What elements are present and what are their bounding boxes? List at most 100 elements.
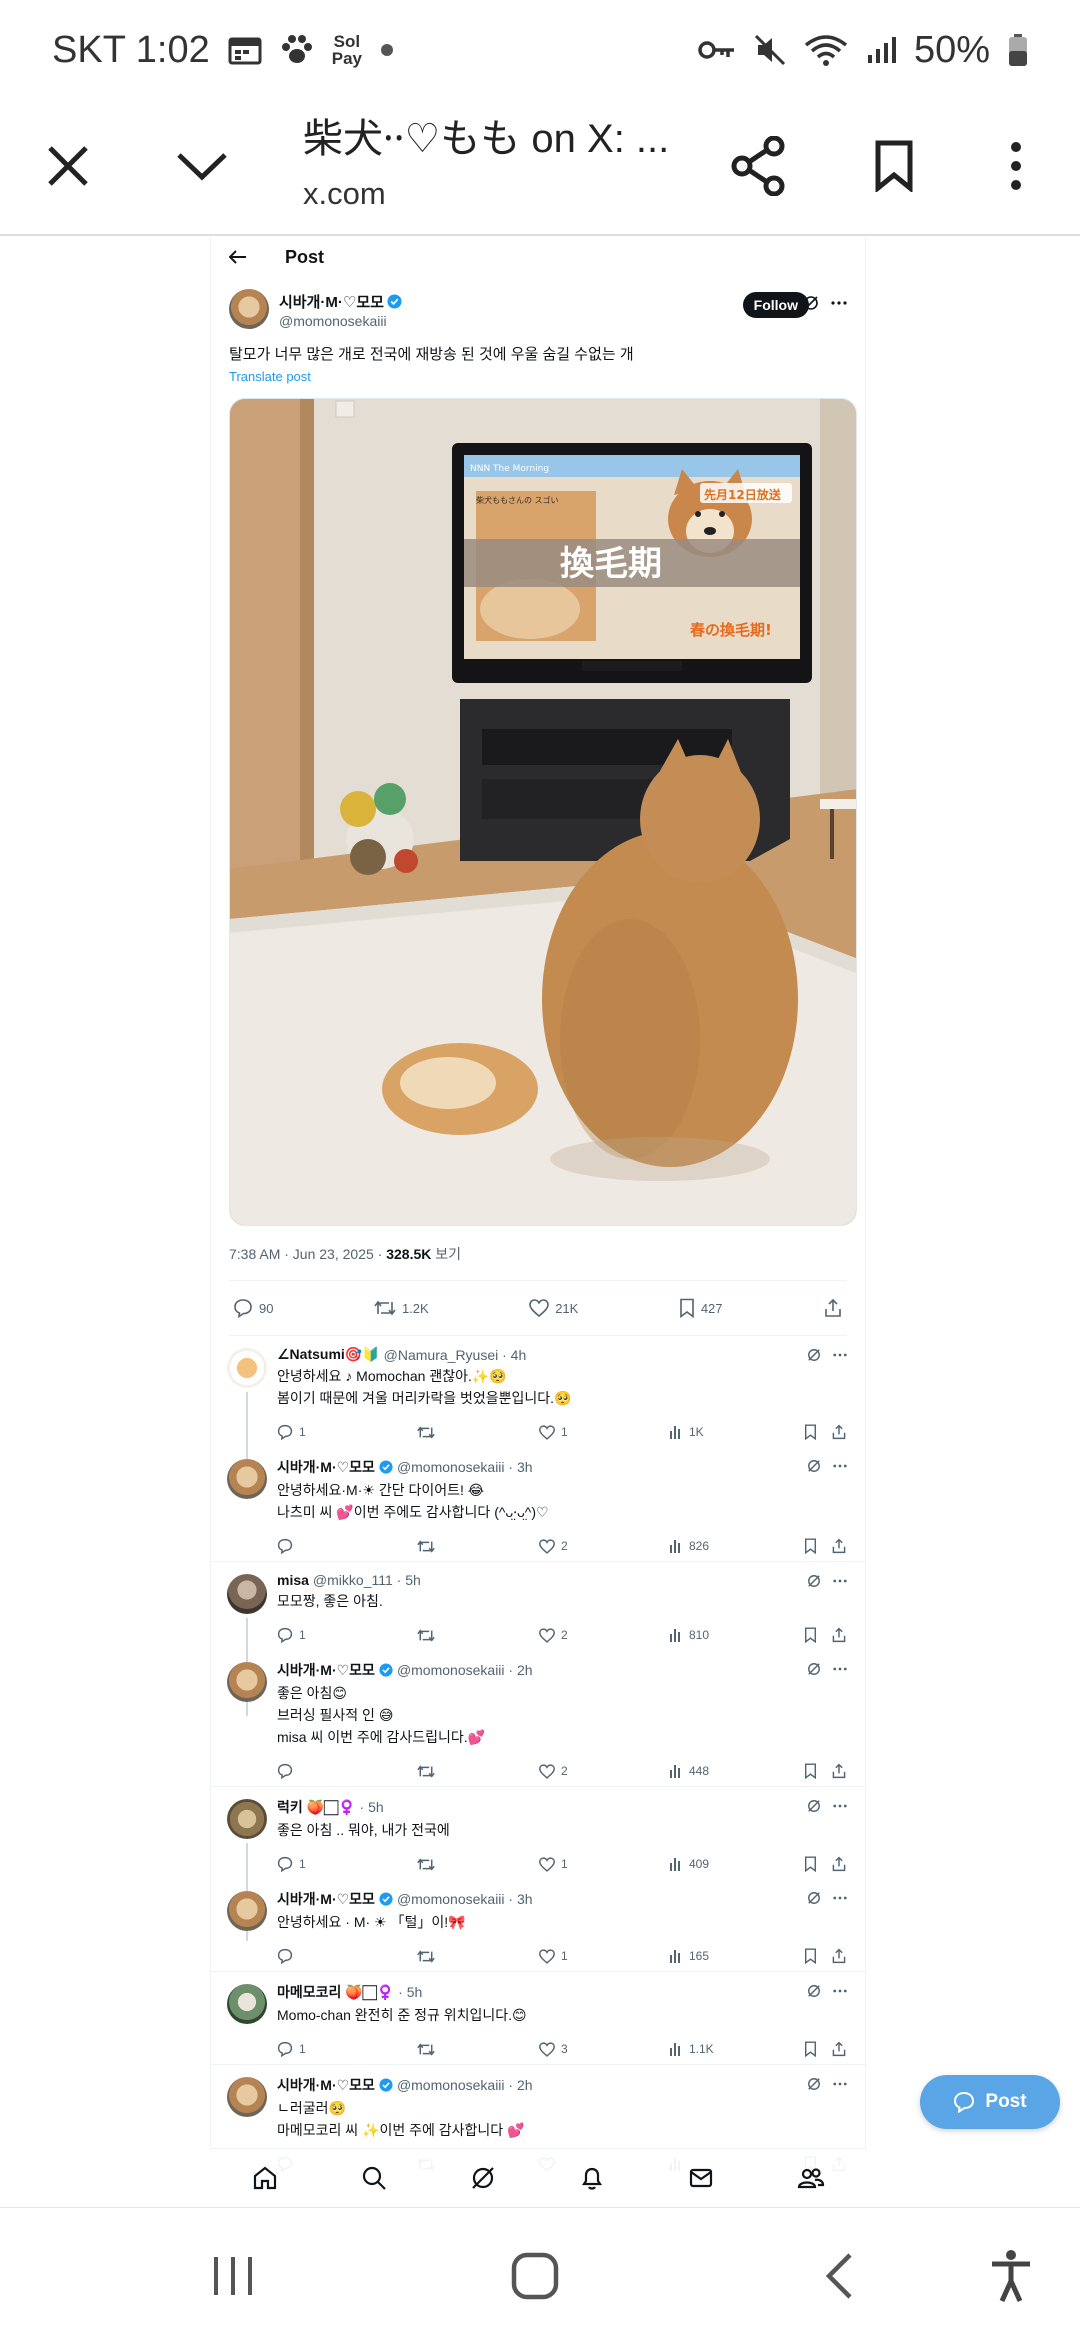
back-system-button[interactable] xyxy=(804,2246,874,2306)
grok-icon[interactable] xyxy=(807,1662,821,1676)
more-horizontal-icon[interactable] xyxy=(833,1353,847,1357)
reply-post[interactable]: misa @mikko_111 · 5h 모모짱, 좋은 아침. 1 2 810 xyxy=(211,1562,865,1716)
views-button[interactable]: 1.1K xyxy=(669,2042,791,2056)
views-button[interactable]: 810 xyxy=(669,1628,791,1642)
reply-button[interactable]: 1 xyxy=(277,2041,417,2057)
like-button[interactable]: 1 xyxy=(539,1948,669,1964)
reply-count-button[interactable]: 90 xyxy=(233,1298,273,1318)
minimize-button[interactable] xyxy=(152,116,252,216)
bookmark-icon[interactable] xyxy=(804,1856,817,1872)
avatar[interactable] xyxy=(227,2077,267,2117)
reply-handle-time[interactable]: @momonosekaiii · 2h xyxy=(397,1662,533,1678)
reply-handle-time[interactable]: @momonosekaiii · 2h xyxy=(397,2077,533,2093)
reply-button[interactable]: 1 xyxy=(277,1627,417,1643)
share-icon[interactable] xyxy=(831,1627,847,1643)
accessibility-button[interactable] xyxy=(976,2246,1046,2306)
bookmark-icon[interactable] xyxy=(804,1424,817,1440)
avatar[interactable] xyxy=(229,289,269,329)
like-count-button[interactable]: 21K xyxy=(529,1299,578,1317)
share-icon[interactable] xyxy=(831,2041,847,2057)
reply-post[interactable]: ∠Natsumi🎯🔰 @Namura_Ryusei · 4h 안녕하세요 ♪ M… xyxy=(211,1336,865,1490)
share-post-button[interactable] xyxy=(823,1298,843,1318)
like-button[interactable]: 3 xyxy=(539,2041,669,2057)
reply-handle-time[interactable]: @Namura_Ryusei · 4h xyxy=(384,1347,527,1363)
grok-icon[interactable] xyxy=(807,1799,821,1813)
more-horizontal-icon[interactable] xyxy=(833,1579,847,1583)
compose-post-button[interactable]: Post xyxy=(920,2075,1060,2129)
avatar[interactable] xyxy=(227,1984,267,2024)
reply-author-name[interactable]: 럭키 🍑🏻♀️ xyxy=(277,1797,356,1817)
bookmark-count-button[interactable]: 427 xyxy=(679,1298,723,1318)
repost-button[interactable] xyxy=(417,1539,539,1554)
bookmark-button[interactable] xyxy=(844,116,944,216)
recent-apps-button[interactable] xyxy=(198,2246,268,2306)
close-button[interactable] xyxy=(18,116,118,216)
more-horizontal-icon[interactable] xyxy=(833,1896,847,1900)
avatar[interactable] xyxy=(227,1662,267,1702)
reply-button[interactable] xyxy=(277,1538,417,1554)
reply-author-name[interactable]: ∠Natsumi🎯🔰 xyxy=(277,1346,380,1363)
notifications-bell-icon[interactable] xyxy=(579,2165,605,2191)
back-arrow-icon[interactable] xyxy=(229,250,251,264)
views-button[interactable]: 409 xyxy=(669,1857,791,1871)
share-icon[interactable] xyxy=(831,1856,847,1872)
share-icon[interactable] xyxy=(831,1424,847,1440)
more-horizontal-icon[interactable] xyxy=(833,2082,847,2086)
reply-handle-time[interactable]: @momonosekaiii · 3h xyxy=(397,1891,533,1907)
repost-button[interactable] xyxy=(417,1857,539,1872)
reply-button[interactable]: 1 xyxy=(277,1856,417,1872)
reply-author-name[interactable]: 마메모코리 🍑🏻♀️ xyxy=(277,1982,394,2002)
repost-button[interactable] xyxy=(417,1949,539,1964)
more-horizontal-icon[interactable] xyxy=(833,1667,847,1671)
more-horizontal-icon[interactable] xyxy=(831,301,847,305)
more-horizontal-icon[interactable] xyxy=(833,1464,847,1468)
page-title-block[interactable]: 柴犬⸱⸱♡もも on X: ... x.com xyxy=(303,106,693,216)
reply-button[interactable]: 1 xyxy=(277,1424,417,1440)
bookmark-icon[interactable] xyxy=(804,1763,817,1779)
author-handle[interactable]: @momonosekaiii xyxy=(279,313,402,329)
reply-post[interactable]: 시바개·M·♡모모 @momonosekaiii · 2h 좋은 아침😊 브러싱 … xyxy=(211,1650,865,1787)
reply-post[interactable]: 시바개·M·♡모모 @momonosekaiii · 3h 안녕하세요 · M·… xyxy=(211,1879,865,1972)
reply-post[interactable]: 마메모코리 🍑🏻♀️ · 5h Momo-chan 완전히 준 정규 위치입니다… xyxy=(211,1972,865,2065)
grok-icon[interactable] xyxy=(470,2165,496,2191)
share-button[interactable] xyxy=(708,116,808,216)
bookmark-icon[interactable] xyxy=(804,1538,817,1554)
reply-handle-time[interactable]: · 5h xyxy=(398,1984,422,2000)
communities-icon[interactable] xyxy=(797,2165,825,2191)
translate-post-link[interactable]: Translate post xyxy=(229,369,847,384)
repost-button[interactable] xyxy=(417,1628,539,1643)
like-button[interactable]: 2 xyxy=(539,1763,669,1779)
views-button[interactable]: 826 xyxy=(669,1539,791,1553)
share-icon[interactable] xyxy=(831,1538,847,1554)
avatar[interactable] xyxy=(227,1459,267,1499)
author-name-row[interactable]: 시바개·M·♡모모 xyxy=(279,291,402,312)
avatar[interactable] xyxy=(227,1799,267,1839)
repost-button[interactable] xyxy=(417,1425,539,1440)
views-button[interactable]: 448 xyxy=(669,1764,791,1778)
grok-icon[interactable] xyxy=(807,1984,821,1998)
post-photo[interactable]: 換毛期 先月12日放送 NNN The Morning 柴犬ももさんの スゴい … xyxy=(229,398,857,1226)
grok-icon[interactable] xyxy=(807,1891,821,1905)
grok-icon[interactable] xyxy=(807,1348,821,1362)
grok-icon[interactable] xyxy=(807,2077,821,2091)
like-button[interactable]: 2 xyxy=(539,1538,669,1554)
reply-author-name[interactable]: 시바개·M·♡모모 xyxy=(277,1660,375,1680)
like-button[interactable]: 1 xyxy=(539,1856,669,1872)
reply-author-name[interactable]: misa xyxy=(277,1572,309,1588)
home-icon[interactable] xyxy=(252,2165,278,2191)
grok-icon[interactable] xyxy=(803,295,819,311)
like-button[interactable]: 2 xyxy=(539,1627,669,1643)
avatar[interactable] xyxy=(227,1348,267,1388)
avatar[interactable] xyxy=(227,1891,267,1931)
repost-button[interactable] xyxy=(417,1764,539,1779)
search-icon[interactable] xyxy=(361,2165,387,2191)
reply-post[interactable]: 시바개·M·♡모모 @momonosekaiii · 3h 안녕하세요·M·☀ … xyxy=(211,1447,865,1562)
follow-button[interactable]: Follow xyxy=(742,292,809,318)
reply-author-name[interactable]: 시바개·M·♡모모 xyxy=(277,1889,375,1909)
reply-button[interactable] xyxy=(277,1763,417,1779)
reply-post[interactable]: 럭키 🍑🏻♀️ · 5h 좋은 아침 .. 뭐야, 내가 전국에 1 1 409 xyxy=(211,1787,865,1941)
reply-button[interactable] xyxy=(277,1948,417,1964)
bookmark-icon[interactable] xyxy=(804,1627,817,1643)
more-menu-button[interactable] xyxy=(966,116,1066,216)
share-icon[interactable] xyxy=(831,1948,847,1964)
